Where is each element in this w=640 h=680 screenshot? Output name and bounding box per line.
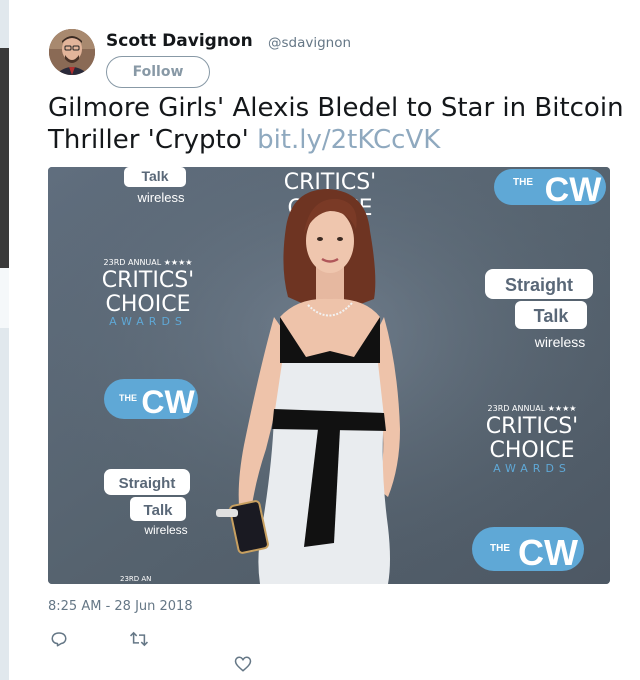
tweet-link[interactable]: bit.ly/2tKCcVK [257, 125, 440, 155]
background-page-edge [0, 0, 9, 680]
svg-text:wireless: wireless [143, 523, 187, 537]
svg-text:wireless: wireless [137, 190, 185, 205]
author-handle[interactable]: @sdavignon [268, 35, 351, 51]
svg-text:Talk: Talk [144, 502, 174, 519]
svg-text:CHOICE: CHOICE [490, 438, 575, 463]
background-page-light-strip [0, 268, 9, 328]
svg-text:CW: CW [141, 384, 195, 420]
svg-text:23RD ANNUAL ★★★★: 23RD ANNUAL ★★★★ [104, 258, 193, 267]
svg-text:THE: THE [119, 393, 137, 403]
reply-icon [51, 632, 67, 647]
tweet-photo[interactable]: Talk wireless CRITICS' CHOICE AWARDS THE… [48, 167, 610, 584]
logo-cw-bottom: THE CW [472, 527, 584, 573]
heart-icon [234, 656, 252, 672]
reply-button[interactable] [47, 627, 71, 651]
tweet-text: Gilmore Girls' Alexis Bledel to Star in … [48, 92, 628, 156]
follow-button[interactable]: Follow [106, 56, 210, 88]
svg-text:CW: CW [545, 171, 603, 209]
svg-text:Talk: Talk [142, 168, 169, 184]
svg-text:AWARDS: AWARDS [109, 315, 187, 328]
logo-cw-top: THE CW [494, 169, 606, 209]
svg-text:THE: THE [490, 543, 510, 554]
logo-critics-bottom-fragment: 23RD AN [120, 575, 151, 583]
tweet-timestamp[interactable]: 8:25 AM - 28 Jun 2018 [48, 599, 193, 614]
photo-scene: Talk wireless CRITICS' CHOICE AWARDS THE… [48, 167, 610, 584]
logo-critics-left: 23RD ANNUAL ★★★★ CRITICS' CHOICE AWARDS [102, 258, 194, 328]
svg-text:Straight: Straight [505, 275, 573, 295]
svg-text:CRITICS': CRITICS' [486, 414, 578, 439]
svg-text:AWARDS: AWARDS [493, 462, 571, 475]
retweet-icon [129, 631, 149, 647]
svg-text:CRITICS': CRITICS' [102, 268, 194, 293]
svg-text:Straight: Straight [119, 475, 176, 492]
retweet-button[interactable] [127, 627, 151, 651]
background-page-dark-strip [0, 48, 9, 268]
like-button[interactable] [231, 652, 255, 676]
avatar[interactable] [49, 29, 95, 75]
logo-cw-left: THE CW [104, 379, 198, 420]
svg-text:CW: CW [518, 532, 578, 573]
author-name[interactable]: Scott Davignon [106, 31, 253, 51]
svg-text:CHOICE: CHOICE [106, 292, 191, 317]
svg-text:Talk: Talk [534, 306, 570, 326]
svg-text:wireless: wireless [534, 334, 586, 350]
logo-critics-right: 23RD ANNUAL ★★★★ CRITICS' CHOICE AWARDS [486, 404, 578, 475]
svg-text:23RD ANNUAL ★★★★: 23RD ANNUAL ★★★★ [488, 404, 577, 413]
avatar-image [49, 29, 95, 75]
svg-text:THE: THE [513, 177, 533, 188]
